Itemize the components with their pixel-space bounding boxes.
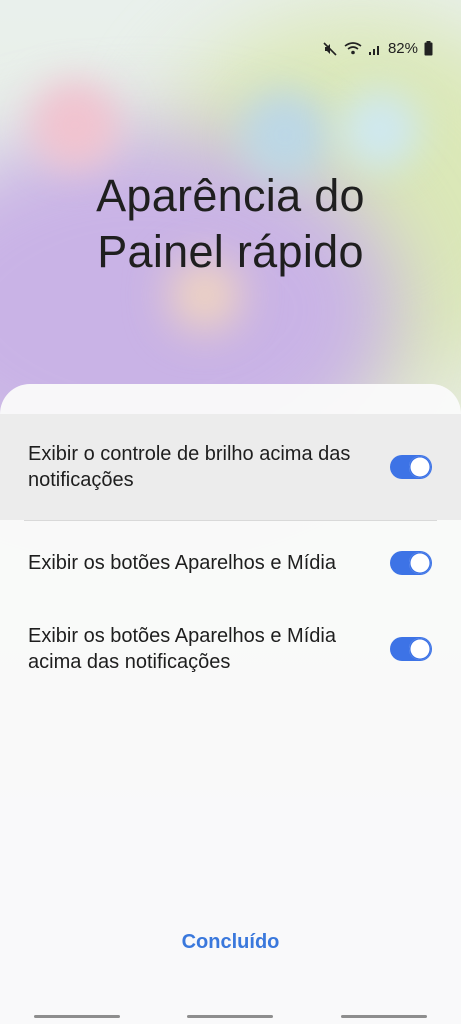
option-row-devices-media-buttons[interactable]: Exibir os botões Aparelhos e Mídia (0, 521, 461, 605)
devices-media-buttons-toggle[interactable] (390, 551, 432, 575)
nav-recents-handle[interactable] (33, 1015, 120, 1018)
option-row-brightness-above-notifications[interactable]: Exibir o controle de brilho acima das no… (0, 414, 461, 520)
wallpaper-blob (30, 80, 120, 170)
toggle-knob (409, 456, 431, 478)
page-title: Aparência do Painel rápido (0, 168, 461, 280)
wallpaper-blob (340, 90, 420, 170)
devices-media-above-notifications-toggle[interactable] (390, 637, 432, 661)
brightness-above-notifications-toggle[interactable] (390, 455, 432, 479)
mute-icon (322, 41, 338, 57)
navigation-bar (0, 1015, 461, 1018)
battery-percent: 82% (387, 40, 418, 57)
done-button[interactable]: Concluído (0, 930, 461, 955)
wifi-icon (344, 41, 362, 56)
option-label: Exibir os botões Aparelhos e Mídia acima… (28, 625, 336, 673)
signal-icon (368, 42, 382, 56)
option-row-devices-media-above-notifications[interactable]: Exibir os botões Aparelhos e Mídia acima… (0, 605, 461, 693)
option-label: Exibir os botões Aparelhos e Mídia (28, 552, 336, 574)
nav-home-handle[interactable] (187, 1015, 274, 1018)
settings-sheet: Exibir o controle de brilho acima das no… (0, 384, 461, 1024)
page-title-line2: Painel rápido (97, 226, 364, 277)
option-label: Exibir o controle de brilho acima das no… (28, 443, 351, 491)
toggle-knob (409, 552, 431, 574)
nav-back-handle[interactable] (341, 1015, 428, 1018)
toggle-knob (409, 638, 431, 660)
battery-icon (424, 41, 433, 56)
status-bar: 82% (322, 40, 433, 57)
page-title-line1: Aparência do (96, 170, 365, 221)
wallpaper-blob (240, 90, 330, 180)
